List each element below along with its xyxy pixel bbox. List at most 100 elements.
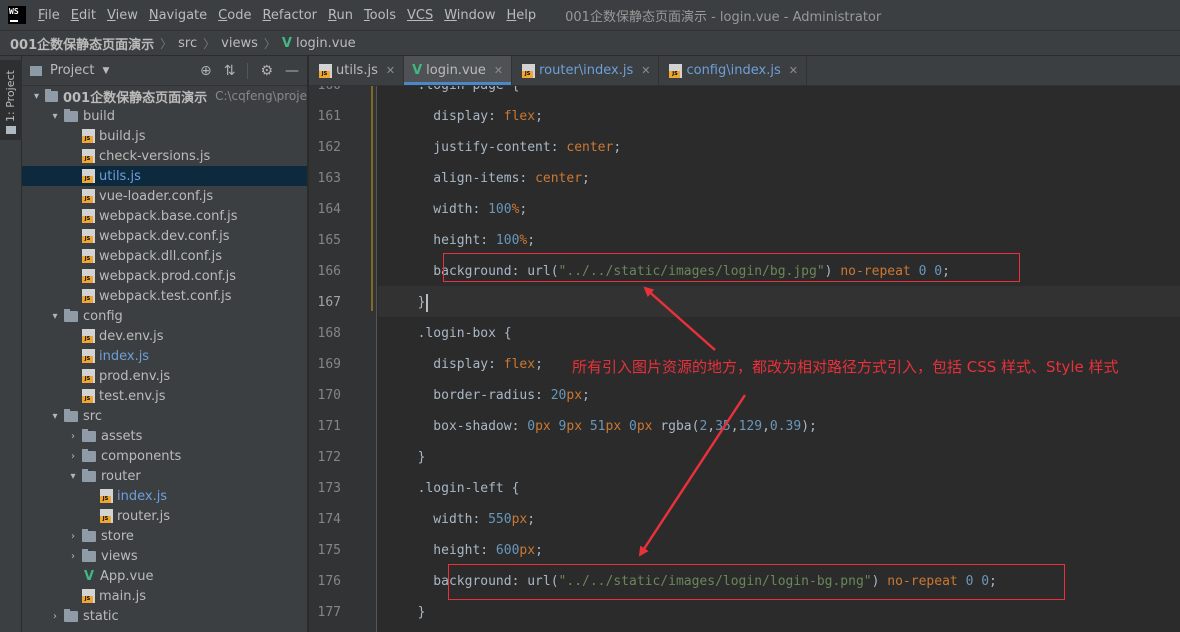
chevron-down-icon[interactable]: ▾ xyxy=(48,111,62,122)
close-icon[interactable]: ✕ xyxy=(641,64,650,77)
tree-file-utils.js[interactable]: utils.js xyxy=(22,166,307,186)
minimize-icon[interactable]: — xyxy=(285,63,299,79)
chevron-right-icon[interactable]: › xyxy=(66,431,80,442)
code-line[interactable]: border-radius: 20 px; xyxy=(378,380,1180,411)
tree-file-webpack.dev.conf.js[interactable]: webpack.dev.conf.js xyxy=(22,226,307,246)
chevron-down-icon[interactable]: ▾ xyxy=(66,471,80,482)
menu-item-tools[interactable]: Tools xyxy=(360,8,400,23)
menu-item-vcs[interactable]: VCS xyxy=(403,8,437,23)
close-icon[interactable]: ✕ xyxy=(789,64,798,77)
chevron-down-icon[interactable]: ▾ xyxy=(30,91,43,102)
tree-folder-build[interactable]: ▾ build xyxy=(22,106,307,126)
tree-folder-views[interactable]: › views xyxy=(22,546,307,566)
breadcrumb-item[interactable]: src xyxy=(178,36,197,51)
folder-icon xyxy=(82,448,96,462)
code-line[interactable]: .login-left { xyxy=(378,473,1180,504)
chevron-right-icon[interactable]: › xyxy=(66,451,80,462)
chevron-right-icon[interactable]: › xyxy=(66,551,80,562)
menu-item-window[interactable]: Window xyxy=(440,8,499,23)
code-line[interactable]: .login-box { xyxy=(378,318,1180,349)
js-file-icon xyxy=(82,289,95,303)
code-token: ; xyxy=(535,109,543,124)
menu-item-view[interactable]: View xyxy=(103,8,142,23)
breadcrumb-separator-icon: 〉 xyxy=(160,36,173,51)
tree-file-vue-loader.conf.js[interactable]: vue-loader.conf.js xyxy=(22,186,307,206)
tree-file-App.vue[interactable]: V App.vue xyxy=(22,566,307,586)
chevron-down-icon[interactable]: ▾ xyxy=(48,311,62,322)
code-line[interactable]: box-shadow: 0 px 9 px 51 px 0 px rgba(2, 35, 1… xyxy=(378,411,1180,442)
code-line[interactable]: .login-page { xyxy=(378,86,1180,101)
tree-file-router.js[interactable]: router.js xyxy=(22,506,307,526)
tree-file-test.env.js[interactable]: test.env.js xyxy=(22,386,307,406)
tree-folder-assets[interactable]: › assets xyxy=(22,426,307,446)
menu-item-navigate[interactable]: Navigate xyxy=(145,8,211,23)
tree-file-prod.env.js[interactable]: prod.env.js xyxy=(22,366,307,386)
locate-icon[interactable]: ⊕ xyxy=(200,63,212,79)
menu-item-code[interactable]: Code xyxy=(214,8,255,23)
tree-folder-router[interactable]: ▾ router xyxy=(22,466,307,486)
tree-item-label: router xyxy=(101,468,141,484)
chevron-right-icon[interactable]: › xyxy=(48,611,62,622)
tree-file-index.js[interactable]: index.js xyxy=(22,346,307,366)
line-number-gutter: 160 161 162 163 164 165 166 167 168 169 170 171 172 1… xyxy=(309,86,377,632)
tree-file-webpack.base.conf.js[interactable]: webpack.base.conf.js xyxy=(22,206,307,226)
code-line[interactable]: width: 100%; xyxy=(378,194,1180,225)
code-line[interactable]: align-items: center; xyxy=(378,163,1180,194)
breadcrumb-item[interactable]: views xyxy=(221,36,258,51)
menu-label-rest: ile xyxy=(44,7,60,23)
gear-icon[interactable]: ⚙ xyxy=(260,63,273,79)
tree-folder-src[interactable]: ▾ src xyxy=(22,406,307,426)
collapse-all-icon[interactable]: ⇅ xyxy=(224,63,236,79)
tab-label: config\index.js xyxy=(686,63,781,78)
tree-file-webpack.dll.conf.js[interactable]: webpack.dll.conf.js xyxy=(22,246,307,266)
project-tool-label[interactable]: 1: Project xyxy=(4,70,17,122)
tab-login.vue[interactable]: Vlogin.vue ✕ xyxy=(404,56,513,85)
code-token: 600 xyxy=(495,543,520,558)
breadcrumb-item[interactable]: 001企数保静态页面演示 xyxy=(10,34,154,53)
code-line[interactable]: display: flex; xyxy=(378,101,1180,132)
chevron-down-icon[interactable]: ▾ xyxy=(48,411,62,422)
project-view-selector[interactable]: Project xyxy=(50,63,94,78)
breadcrumb-separator-icon: 〉 xyxy=(203,36,216,51)
menu-mnemonic: H xyxy=(506,7,517,23)
code-line[interactable]: width: 550 px; xyxy=(378,504,1180,535)
project-tool-tab[interactable]: 1: Project xyxy=(0,60,22,140)
js-file-icon xyxy=(319,63,332,78)
tree-folder-config[interactable]: ▾ config xyxy=(22,306,307,326)
tree-file-check-versions.js[interactable]: check-versions.js xyxy=(22,146,307,166)
menu-item-help[interactable]: Help xyxy=(502,8,540,23)
code-token: px xyxy=(519,543,536,558)
menu-item-edit[interactable]: Edit xyxy=(67,8,100,23)
code-line[interactable]: } xyxy=(378,597,1180,628)
chevron-down-icon[interactable]: ▼ xyxy=(102,66,109,76)
breadcrumb-item[interactable]: Vlogin.vue xyxy=(282,36,356,51)
tree-file-dev.env.js[interactable]: dev.env.js xyxy=(22,326,307,346)
menu-item-file[interactable]: File xyxy=(34,8,64,23)
code-line[interactable]: height: 600 px; xyxy=(378,535,1180,566)
close-icon[interactable]: ✕ xyxy=(494,64,503,77)
tree-folder-static[interactable]: › static xyxy=(22,606,307,626)
tree-file-webpack.prod.conf.js[interactable]: webpack.prod.conf.js xyxy=(22,266,307,286)
tree-file-index.js[interactable]: index.js xyxy=(22,486,307,506)
tree-folder-001企数保静态页面演示[interactable]: ▾ 001企数保静态页面演示 C:\cqfeng\proje xyxy=(22,86,307,106)
tab-router-index.js[interactable]: router\index.js ✕ xyxy=(512,56,660,85)
code-token: ; xyxy=(809,419,817,434)
chevron-right-icon[interactable]: › xyxy=(66,531,80,542)
tree-folder-store[interactable]: › store xyxy=(22,526,307,546)
tree-folder-components[interactable]: › components xyxy=(22,446,307,466)
divider xyxy=(247,62,249,79)
code-line[interactable]: height: 100%; xyxy=(378,225,1180,256)
code-line[interactable]: } xyxy=(378,287,1180,318)
code-line[interactable]: } xyxy=(378,442,1180,473)
code-token: } xyxy=(402,605,426,620)
tab-utils.js[interactable]: utils.js ✕ xyxy=(309,56,405,85)
tree-file-main.js[interactable]: main.js xyxy=(22,586,307,606)
menu-item-refactor[interactable]: Refactor xyxy=(258,8,321,23)
tab-config-index.js[interactable]: config\index.js ✕ xyxy=(659,56,807,85)
tree-file-webpack.test.conf.js[interactable]: webpack.test.conf.js xyxy=(22,286,307,306)
window-title: 001企数保静态页面演示 - login.vue - Administrator xyxy=(565,9,882,25)
close-icon[interactable]: ✕ xyxy=(386,64,395,77)
tree-file-build.js[interactable]: build.js xyxy=(22,126,307,146)
code-line[interactable]: justify-content: center; xyxy=(378,132,1180,163)
menu-item-run[interactable]: Run xyxy=(324,8,357,23)
